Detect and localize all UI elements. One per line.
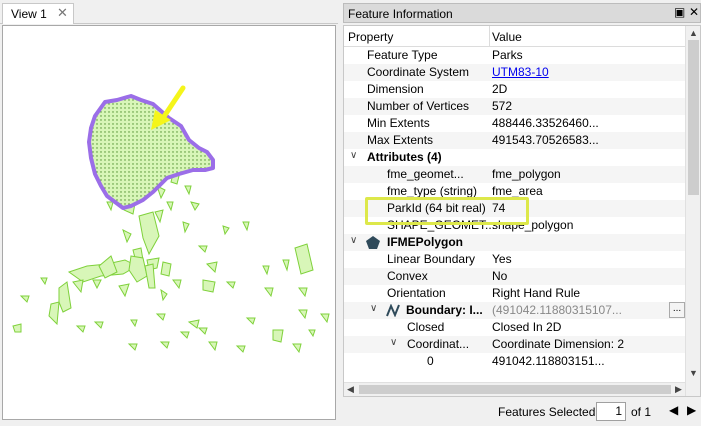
chevron-down-icon[interactable]: ∨ <box>350 150 357 161</box>
previous-feature-icon[interactable]: ◀ <box>669 403 678 417</box>
row-property: fme_geomet... <box>387 167 464 181</box>
row-property: IFMEPolygon <box>387 235 463 249</box>
header-value[interactable]: Value <box>492 30 522 44</box>
line-icon <box>386 304 400 317</box>
selection-footer: Features Selected: 1 of 1 ◀ ▶ <box>343 397 701 426</box>
polygon-icon <box>366 236 380 249</box>
next-feature-icon[interactable]: ▶ <box>687 403 696 417</box>
tree-row-max-extents[interactable]: Max Extents 491543.70526583... <box>344 132 685 149</box>
row-value: 74 <box>492 201 506 215</box>
close-panel-icon[interactable]: ✕ <box>689 5 699 19</box>
row-value: Closed In 2D <box>492 320 562 334</box>
edit-value-button[interactable]: ... <box>669 302 685 318</box>
row-property: ParkId (64 bit real) <box>387 201 486 215</box>
row-value: Right Hand Rule <box>492 286 581 300</box>
header-divider[interactable] <box>489 26 490 47</box>
tree-header: Property Value <box>344 26 685 47</box>
row-property: Convex <box>387 269 428 283</box>
horizontal-scroll-thumb[interactable] <box>359 385 671 394</box>
row-property: Feature Type <box>367 48 438 62</box>
view-tab-bar: View 1 ✕ <box>0 0 338 24</box>
vertical-scroll-thumb[interactable] <box>688 40 699 195</box>
chevron-down-icon[interactable]: ∨ <box>350 235 357 246</box>
horizontal-scrollbar[interactable]: ◀ ▶ <box>344 382 685 396</box>
row-property: Max Extents <box>367 133 434 147</box>
row-value: 491042.118803151... <box>492 354 605 368</box>
row-property: Coordinat... <box>407 337 470 351</box>
selected-total-label: of 1 <box>631 405 652 419</box>
chevron-down-icon[interactable]: ∨ <box>390 337 397 348</box>
row-property: fme_type (string) <box>387 184 478 198</box>
coordinate-system-link[interactable]: UTM83-10 <box>492 65 549 79</box>
row-property: Orientation <box>387 286 446 300</box>
row-value: Parks <box>492 48 523 62</box>
tree-row-fme-geometry[interactable]: fme_geomet... fme_polygon <box>344 166 685 183</box>
map-canvas[interactable] <box>2 25 336 420</box>
tree-row-fme-type[interactable]: fme_type (string) fme_area <box>344 183 685 200</box>
tree-row-feature-type[interactable]: Feature Type Parks <box>344 47 685 64</box>
chevron-down-icon[interactable]: ∨ <box>370 303 377 314</box>
scroll-down-icon[interactable]: ▼ <box>689 368 698 378</box>
feature-information-panel: Feature Information ▣ ✕ Property Value F… <box>343 3 701 426</box>
row-value: Coordinate Dimension: 2 <box>492 337 625 351</box>
row-property: Boundary: I... <box>406 303 483 317</box>
tree-row-coordinate-system[interactable]: Coordinate System UTM83-10 <box>344 64 685 81</box>
row-value: fme_polygon <box>492 167 561 181</box>
tree-row-coordinate-0[interactable]: 0 491042.118803151... <box>344 353 685 370</box>
tree-row-number-of-vertices[interactable]: Number of Vertices 572 <box>344 98 685 115</box>
feature-property-tree[interactable]: Property Value Feature Type Parks Coordi… <box>343 25 701 397</box>
row-property: Coordinate System <box>367 65 470 79</box>
tree-row-closed[interactable]: Closed Closed In 2D <box>344 319 685 336</box>
panel-title: Feature Information <box>348 7 453 21</box>
tree-row-linear-boundary[interactable]: Linear Boundary Yes <box>344 251 685 268</box>
vertical-scrollbar[interactable]: ▲ ▼ <box>685 26 700 396</box>
scroll-up-icon[interactable]: ▲ <box>689 28 698 38</box>
row-value: fme_area <box>492 184 543 198</box>
selected-park-feature[interactable] <box>87 94 215 210</box>
row-value: shape_polygon <box>492 218 574 232</box>
row-value: 488446.33526460... <box>492 116 599 130</box>
scroll-left-icon[interactable]: ◀ <box>347 384 354 395</box>
row-property: SHAPE_GEOMET... <box>387 218 496 232</box>
close-icon[interactable]: ✕ <box>57 5 68 21</box>
tree-row-park-id[interactable]: ParkId (64 bit real) 74 <box>344 200 685 217</box>
tab-view-1[interactable]: View 1 ✕ <box>2 3 74 24</box>
selected-feature-index-input[interactable]: 1 <box>596 402 626 421</box>
row-value: 572 <box>492 99 513 113</box>
tree-row-attributes[interactable]: ∨ Attributes (4) <box>344 149 685 166</box>
tree-row-coordinates[interactable]: ∨ Coordinat... Coordinate Dimension: 2 <box>344 336 685 353</box>
tree-row-convex[interactable]: Convex No <box>344 268 685 285</box>
row-value: 491543.70526583... <box>492 133 599 147</box>
app-window: View 1 ✕ Feature Information ▣ ✕ Propert… <box>0 0 701 426</box>
row-value: No <box>492 269 508 283</box>
tree-row-shape-geometry[interactable]: SHAPE_GEOMET... shape_polygon <box>344 217 685 234</box>
tree-row-orientation[interactable]: Orientation Right Hand Rule <box>344 285 685 302</box>
panel-title-bar: Feature Information ▣ ✕ <box>343 3 701 23</box>
row-property: Linear Boundary <box>387 252 476 266</box>
row-property: 0 <box>427 354 434 368</box>
row-value: 2D <box>492 82 508 96</box>
row-value: Yes <box>492 252 512 266</box>
row-property: Closed <box>407 320 445 334</box>
row-property: Attributes (4) <box>367 150 442 164</box>
features-selected-label: Features Selected: <box>498 405 599 419</box>
row-property: Min Extents <box>367 116 430 130</box>
row-property: Dimension <box>367 82 424 96</box>
tab-label: View 1 <box>11 7 47 21</box>
scroll-right-icon[interactable]: ▶ <box>675 384 682 395</box>
tree-row-min-extents[interactable]: Min Extents 488446.33526460... <box>344 115 685 132</box>
park-features <box>12 173 330 354</box>
tree-row-ifme-polygon[interactable]: ∨ IFMEPolygon <box>344 234 685 251</box>
float-panel-icon[interactable]: ▣ <box>674 5 685 19</box>
header-property[interactable]: Property <box>348 30 393 44</box>
row-value: (491042.11880315107... <box>492 303 622 317</box>
tree-row-boundary[interactable]: ∨ Boundary: I... (491042.11880315107... … <box>344 302 685 319</box>
row-property: Number of Vertices <box>367 99 470 113</box>
tree-row-dimension[interactable]: Dimension 2D <box>344 81 685 98</box>
